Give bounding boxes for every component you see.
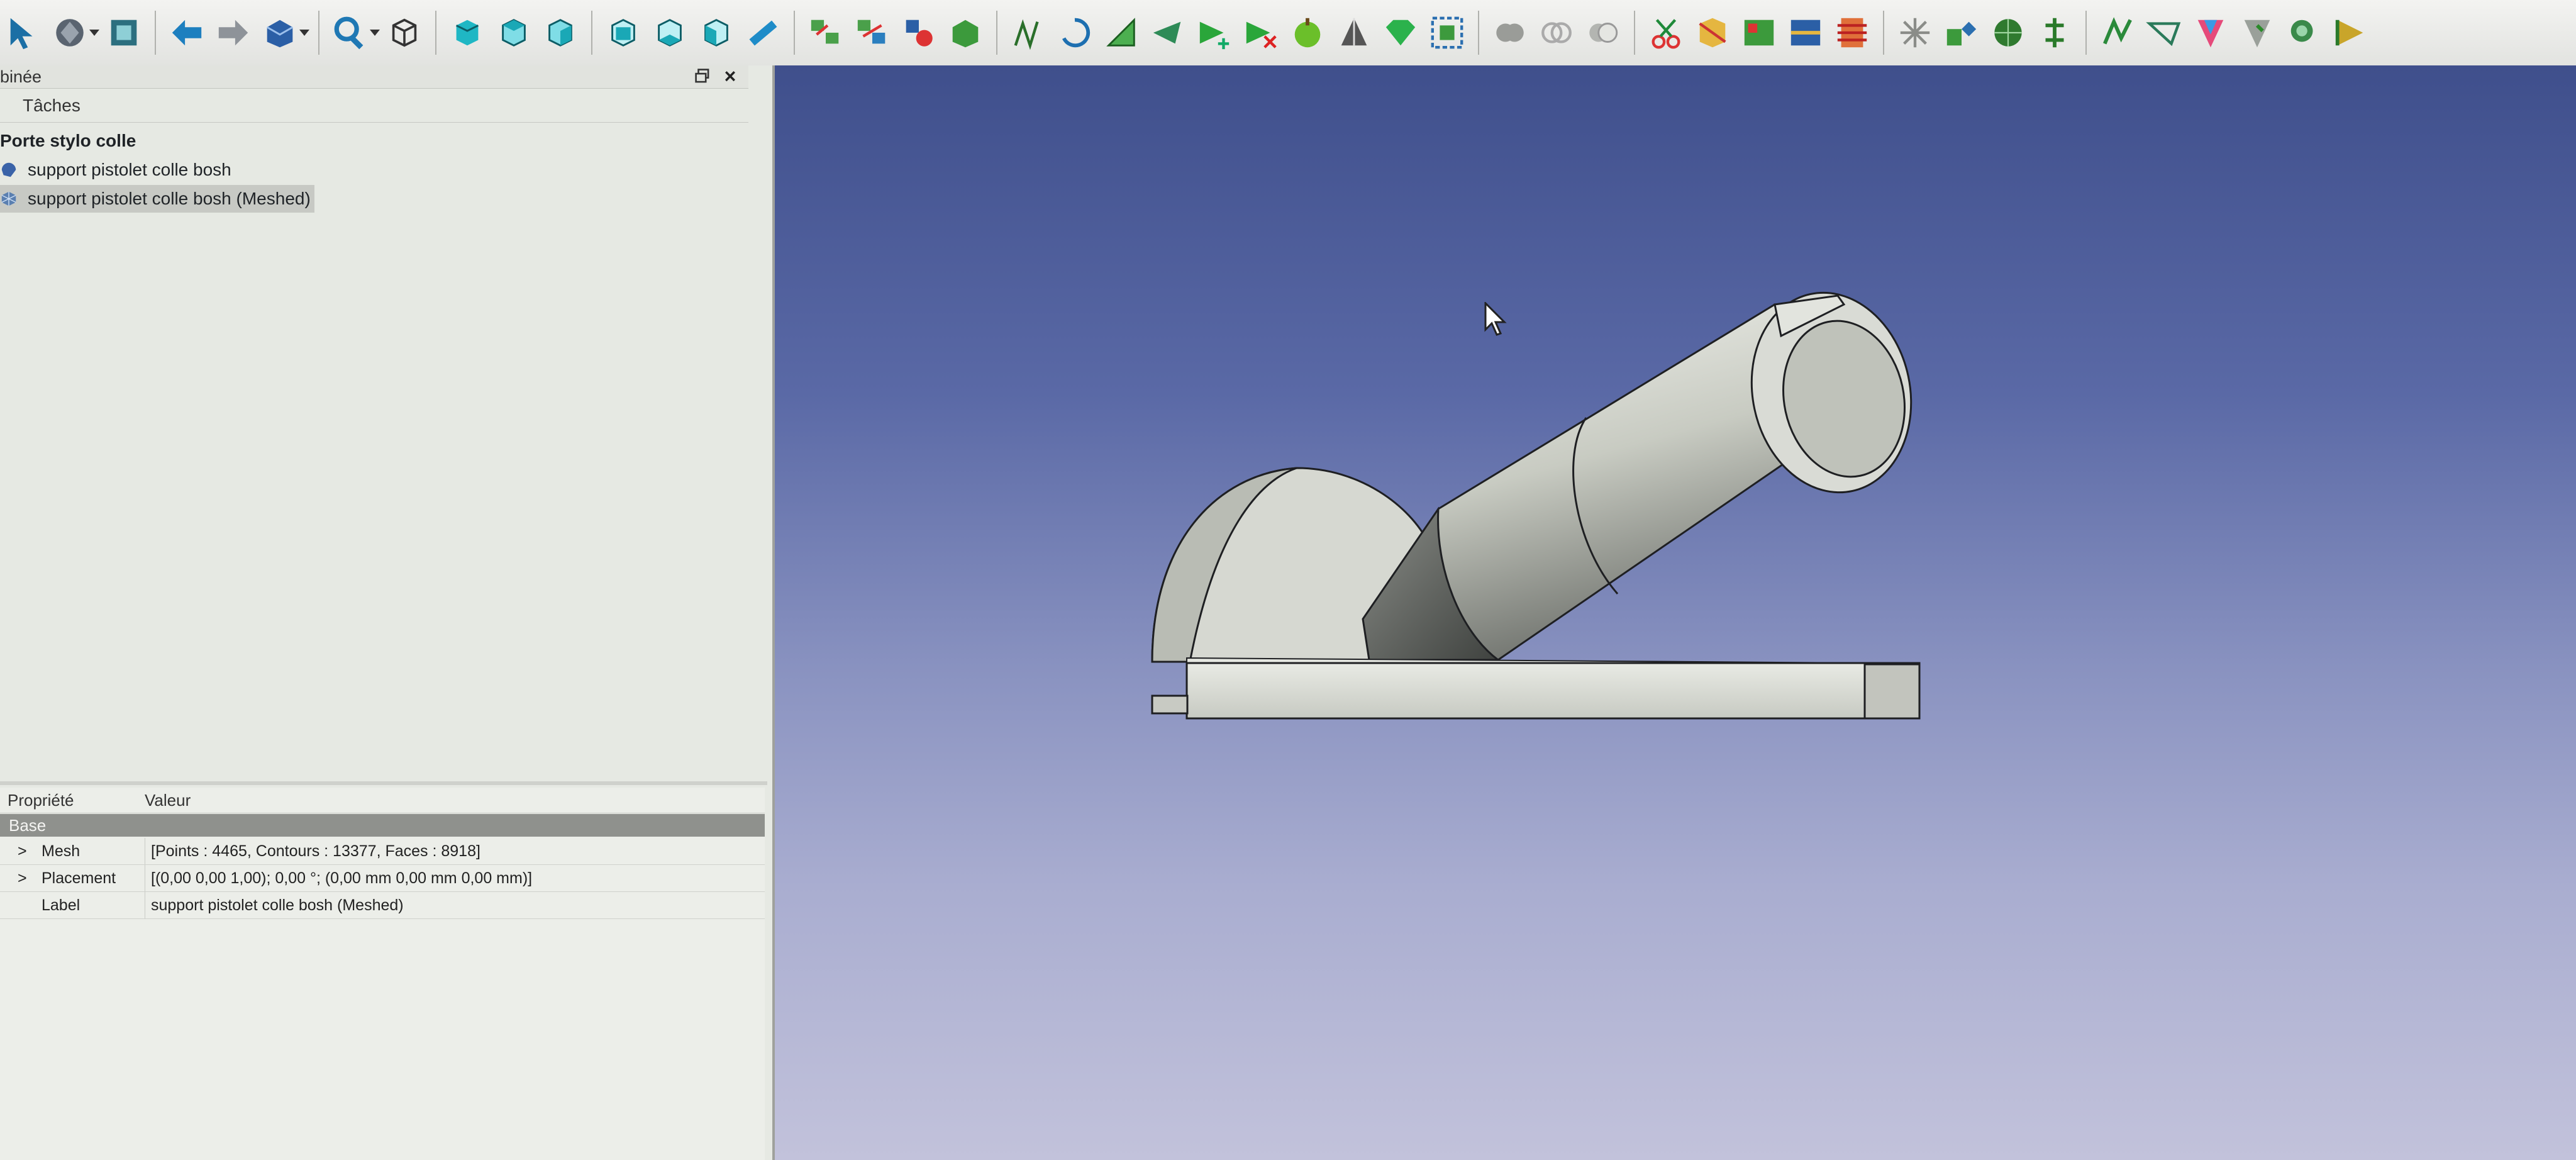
property-row-placement[interactable]: > Placement [(0,00 0,00 1,00); 0,00 °; (… bbox=[0, 865, 765, 892]
right-view-icon[interactable] bbox=[540, 13, 580, 53]
mesh-solid-icon[interactable] bbox=[1380, 13, 1421, 53]
back-icon[interactable] bbox=[167, 13, 207, 53]
property-header: Propriété Valeur bbox=[0, 788, 765, 813]
property-row-label[interactable]: Label support pistolet colle bosh (Meshe… bbox=[0, 892, 765, 919]
top-view-icon[interactable] bbox=[494, 13, 534, 53]
property-value[interactable]: [Points : 4465, Contours : 13377, Faces … bbox=[151, 838, 480, 864]
mesh-icon bbox=[1, 191, 16, 206]
3d-viewport[interactable] bbox=[775, 65, 2576, 1160]
mesh-add-icon[interactable] bbox=[1194, 13, 1235, 53]
bottom-view-icon[interactable] bbox=[650, 13, 690, 53]
split-icon[interactable] bbox=[1895, 13, 1935, 53]
property-value[interactable]: [(0,00 0,00 1,00); 0,00 °; (0,00 mm 0,00… bbox=[151, 865, 532, 891]
tree-root-label: Porte stylo colle bbox=[0, 131, 136, 150]
paint-icon[interactable] bbox=[2190, 13, 2231, 53]
property-name: Mesh bbox=[42, 842, 80, 860]
select-arrow-icon[interactable] bbox=[3, 13, 43, 53]
base-plate-end bbox=[1863, 663, 1921, 720]
section-icon[interactable] bbox=[1785, 13, 1826, 53]
property-group-label: Base bbox=[9, 816, 47, 835]
std-view-dropdown[interactable] bbox=[89, 13, 96, 53]
tree-item-label: support pistolet colle bosh bbox=[28, 160, 231, 179]
expand-arrow-icon[interactable]: > bbox=[18, 838, 27, 864]
part-icon bbox=[1, 162, 16, 177]
mesh-tool-4-icon[interactable] bbox=[945, 13, 985, 53]
float-panel-icon[interactable] bbox=[694, 68, 711, 84]
tree-item-label: support pistolet colle bosh (Meshed) bbox=[28, 189, 311, 208]
expand-arrow-icon[interactable]: > bbox=[18, 865, 27, 891]
mesh-model[interactable] bbox=[775, 65, 2576, 1160]
mesh-remove-icon[interactable] bbox=[1241, 13, 1281, 53]
zoom-icon[interactable] bbox=[330, 13, 370, 53]
panel-title-bar: binée × bbox=[0, 65, 748, 89]
front-view-icon[interactable] bbox=[447, 13, 487, 53]
mesh-tool-2-icon[interactable] bbox=[852, 13, 892, 53]
panel-splitter[interactable] bbox=[0, 781, 767, 785]
boolean-intersect-icon[interactable] bbox=[1536, 13, 1577, 53]
column-property[interactable]: Propriété bbox=[8, 788, 74, 813]
main-toolbar bbox=[0, 0, 2576, 67]
trim-icon[interactable] bbox=[1692, 13, 1733, 53]
workbench-icon[interactable] bbox=[260, 13, 300, 53]
panel-tabs: Tâches bbox=[0, 92, 748, 123]
mesh-tool-1-icon[interactable] bbox=[806, 13, 846, 53]
mesh-smooth-icon[interactable] bbox=[1287, 13, 1328, 53]
color-icon[interactable] bbox=[2237, 13, 2277, 53]
mesh-fill-icon[interactable] bbox=[1148, 13, 1188, 53]
base-plate-left-end bbox=[1151, 694, 1189, 715]
cross-section-icon[interactable] bbox=[1832, 13, 1872, 53]
mouse-cursor-icon bbox=[1484, 302, 1507, 336]
panel-title: binée bbox=[0, 67, 42, 86]
forward-icon[interactable] bbox=[213, 13, 253, 53]
cut-icon[interactable] bbox=[1646, 13, 1686, 53]
measure-icon[interactable] bbox=[743, 13, 783, 53]
fit-all-icon[interactable] bbox=[104, 13, 144, 53]
property-group-base[interactable]: Base bbox=[0, 814, 765, 837]
mesh-box-icon[interactable] bbox=[1427, 13, 1467, 53]
close-panel-icon[interactable]: × bbox=[721, 66, 740, 86]
scale-icon[interactable] bbox=[2035, 13, 2075, 53]
merge-icon[interactable] bbox=[1941, 13, 1982, 53]
model-tree: Porte stylo colle support pistolet colle… bbox=[0, 123, 748, 784]
unfold-icon[interactable] bbox=[2330, 13, 2370, 53]
boolean-union-icon[interactable] bbox=[1490, 13, 1530, 53]
inspect-icon[interactable] bbox=[2284, 13, 2324, 53]
property-row-mesh[interactable]: > Mesh [Points : 4465, Contours : 13377,… bbox=[0, 838, 765, 865]
property-editor: Propriété Valeur Base > Mesh [Points : 4… bbox=[0, 788, 765, 1160]
axonometric-icon[interactable] bbox=[384, 13, 425, 53]
column-value[interactable]: Valeur bbox=[145, 788, 191, 813]
mesh-decimate-icon[interactable] bbox=[1334, 13, 1374, 53]
boolean-diff-icon[interactable] bbox=[1583, 13, 1623, 53]
flatten-icon[interactable] bbox=[2144, 13, 2184, 53]
curvature-icon[interactable] bbox=[2097, 13, 2138, 53]
base-plate-front bbox=[1185, 662, 1921, 720]
property-value[interactable]: support pistolet colle bosh (Meshed) bbox=[151, 892, 404, 918]
combo-view-panel: binée × Tâches Porte stylo colle support… bbox=[0, 65, 775, 1160]
rear-view-icon[interactable] bbox=[603, 13, 643, 53]
segment-icon[interactable] bbox=[1739, 13, 1779, 53]
mesh-harmonize-icon[interactable] bbox=[1055, 13, 1095, 53]
mesh-tool-3-icon[interactable] bbox=[899, 13, 939, 53]
left-view-icon[interactable] bbox=[696, 13, 736, 53]
mesh-evaluate-icon[interactable] bbox=[1101, 13, 1141, 53]
property-name: Placement bbox=[42, 869, 116, 887]
sphere-icon[interactable] bbox=[1988, 13, 2028, 53]
zoom-dropdown[interactable] bbox=[370, 13, 376, 53]
std-view-icon[interactable] bbox=[50, 13, 90, 53]
workbench-dropdown[interactable] bbox=[299, 13, 306, 53]
tab-taches[interactable]: Tâches bbox=[23, 96, 80, 116]
mesh-analyze-icon[interactable] bbox=[1008, 13, 1048, 53]
property-name: Label bbox=[42, 896, 80, 914]
tree-item-mesh[interactable]: support pistolet colle bosh (Meshed) bbox=[0, 185, 314, 213]
